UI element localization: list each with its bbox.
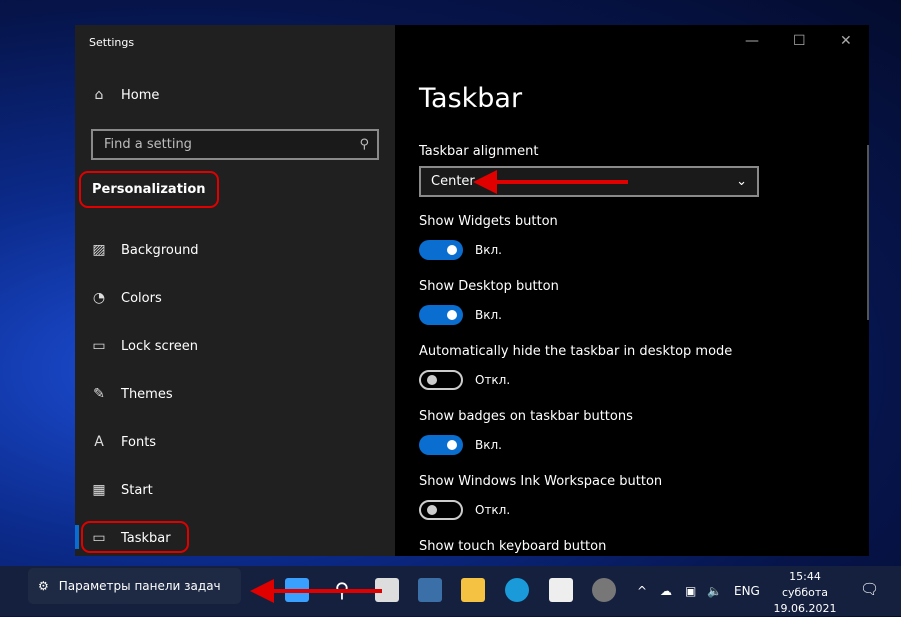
start-icon: ▦ (92, 482, 106, 498)
file-explorer-icon[interactable] (461, 578, 485, 602)
search-placeholder: Find a setting (104, 137, 192, 152)
toggle-switch[interactable]: Откл. (419, 370, 510, 390)
chevron-down-icon: ⌄ (736, 174, 747, 189)
lock-screen-icon: ▭ (92, 338, 106, 354)
settings-window: Settings ⌂ Home Find a setting ⚲ Personali… (75, 25, 869, 556)
toggle-switch[interactable]: Вкл. (419, 240, 502, 260)
toggle-switch[interactable]: Вкл. (419, 435, 502, 455)
toggle-state: Откл. (475, 503, 511, 517)
sidebar-item-label: Lock screen (121, 338, 198, 354)
sidebar-item-themes[interactable]: ✎ Themes (75, 374, 395, 414)
toggle-label: Show Desktop button (419, 279, 559, 294)
switch-knob (447, 440, 457, 450)
switch-track[interactable] (419, 435, 463, 455)
sidebar-item-fonts[interactable]: A Fonts (75, 422, 395, 462)
sidebar-item-start[interactable]: ▦ Start (75, 470, 395, 510)
day: суббота (781, 586, 828, 599)
volume-icon[interactable]: 🔈 (707, 584, 722, 598)
taskbar-settings-tooltip[interactable]: ⚙ Параметры панели задач (28, 568, 241, 604)
sidebar-item-label: Start (121, 482, 153, 498)
switch-knob (447, 310, 457, 320)
fonts-icon: A (94, 434, 104, 450)
close-button[interactable]: ✕ (840, 33, 852, 49)
search-input[interactable]: Find a setting ⚲ (91, 129, 379, 160)
toggle-label: Automatically hide the taskbar in deskto… (419, 344, 733, 359)
toggle-state: Вкл. (475, 438, 502, 452)
sidebar-item-background[interactable]: ▨ Background (75, 230, 395, 270)
toggle-state: Вкл. (475, 308, 502, 322)
switch-knob (447, 245, 457, 255)
selection-indicator (75, 525, 79, 549)
scrollbar[interactable] (867, 145, 869, 320)
language-indicator[interactable]: ENG (734, 584, 760, 598)
sidebar-item-label: Colors (121, 290, 162, 306)
switch-knob (427, 505, 437, 515)
sidebar: Settings ⌂ Home Find a setting ⚲ Personali… (75, 25, 395, 556)
notifications-icon[interactable]: 🗨 (860, 580, 879, 598)
annotation-arrow (473, 170, 628, 194)
home-label: Home (121, 87, 160, 103)
switch-track[interactable] (419, 370, 463, 390)
themes-icon: ✎ (93, 386, 105, 402)
alignment-label: Taskbar alignment (419, 144, 539, 159)
cloud-icon[interactable]: ☁ (660, 584, 672, 598)
page-title: Taskbar (419, 83, 523, 114)
clock[interactable]: 15:44 суббота 19.06.2021 (770, 569, 840, 617)
edge-icon[interactable] (505, 578, 529, 602)
chevron-up-icon[interactable]: ^ (637, 584, 647, 598)
store-icon[interactable] (549, 578, 573, 602)
sidebar-item-taskbar[interactable]: ▭ Taskbar (75, 518, 395, 556)
alignment-value: Center (431, 174, 475, 189)
sidebar-home[interactable]: ⌂ Home (91, 87, 160, 103)
maximize-button[interactable]: ☐ (793, 33, 806, 49)
sidebar-item-label: Background (121, 242, 199, 258)
main-pane: — ☐ ✕ Taskbar Taskbar alignment Center ⌄ … (395, 25, 869, 556)
gear-icon: ⚙ (38, 579, 49, 593)
minimize-button[interactable]: — (745, 33, 759, 49)
toggle-label: Show badges on taskbar buttons (419, 409, 633, 424)
touch-keyboard-label: Show touch keyboard button (419, 539, 607, 554)
section-heading: Personalization (79, 171, 219, 208)
background-icon: ▨ (92, 242, 106, 258)
sidebar-item-colors[interactable]: ◔ Colors (75, 278, 395, 318)
sidebar-item-label: Fonts (121, 434, 157, 450)
toggle-switch[interactable]: Вкл. (419, 305, 502, 325)
home-icon: ⌂ (94, 87, 104, 103)
network-icon[interactable]: ▣ (685, 584, 696, 598)
sidebar-item-label: Themes (121, 386, 173, 402)
switch-track[interactable] (419, 500, 463, 520)
toggle-state: Откл. (475, 373, 511, 387)
tooltip-label: Параметры панели задач (58, 579, 221, 593)
search-icon: ⚲ (359, 137, 369, 152)
annotation-highlight (81, 521, 189, 553)
toggle-label: Show Widgets button (419, 214, 558, 229)
toggle-label: Show Windows Ink Workspace button (419, 474, 663, 489)
toggle-state: Вкл. (475, 243, 502, 257)
widgets-icon[interactable] (418, 578, 442, 602)
toggle-switch[interactable]: Откл. (419, 500, 510, 520)
switch-knob (427, 375, 437, 385)
date: 19.06.2021 (773, 602, 837, 615)
sidebar-item-lock-screen[interactable]: ▭ Lock screen (75, 326, 395, 366)
switch-track[interactable] (419, 305, 463, 325)
switch-track[interactable] (419, 240, 463, 260)
time: 15:44 (789, 570, 821, 583)
window-title: Settings (89, 36, 135, 49)
colors-icon: ◔ (92, 290, 106, 306)
annotation-arrow-taskbar (250, 579, 382, 603)
settings-app-icon[interactable] (592, 578, 616, 602)
